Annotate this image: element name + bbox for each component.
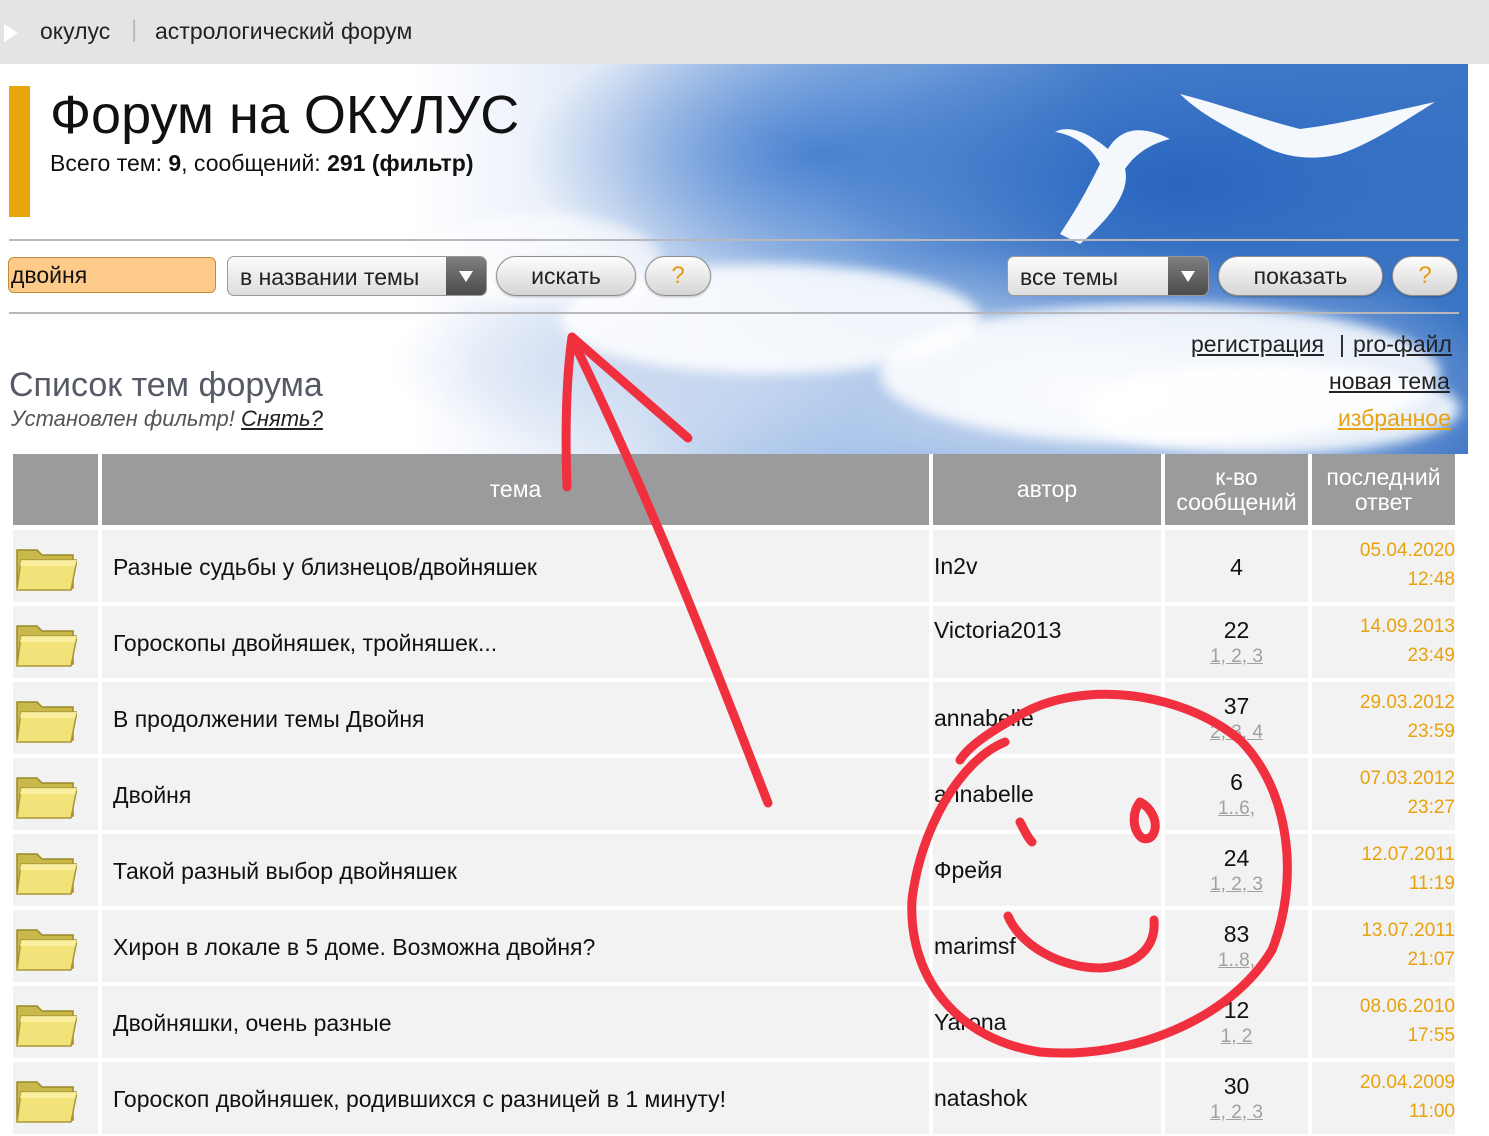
topics-filter-select[interactable]: все темы — [1007, 256, 1209, 296]
swan-image — [1180, 94, 1435, 158]
last-reply-date: 20.04.2009 — [1359, 1072, 1455, 1093]
page-links[interactable]: 1, 2, 3 — [1165, 1102, 1308, 1124]
last-reply-date: 07.03.2012 — [1359, 768, 1455, 789]
topic-link[interactable]: Гороскоп двойняшек, родившихся с разнице… — [113, 1086, 726, 1113]
author-name[interactable]: Yarona — [934, 1010, 1064, 1035]
show-help-button[interactable]: ? — [1392, 256, 1458, 296]
last-reply-time: 23:27 — [1407, 797, 1455, 818]
profile-link[interactable]: pro-файл — [1353, 331, 1452, 358]
page-links[interactable]: 2, 3, 4 — [1165, 722, 1308, 744]
folder-icon — [15, 996, 78, 1048]
folder-icon — [15, 768, 78, 820]
topic-link[interactable]: Хирон в локале в 5 доме. Возможна двойня… — [113, 934, 595, 961]
search-scope-select[interactable]: в названии темы — [227, 256, 487, 296]
favorites-link[interactable]: избранное — [1338, 405, 1451, 432]
page-links[interactable]: 1, 2 — [1165, 1026, 1308, 1048]
last-reply-time: 11:00 — [1408, 1101, 1455, 1122]
topic-link[interactable]: Гороскопы двойняшек, тройняшек... — [113, 630, 497, 657]
page-links[interactable]: 1, 2, 3 — [1165, 646, 1308, 668]
last-reply-date: 29.03.2012 — [1359, 692, 1455, 713]
topic-count: 9 — [168, 150, 182, 176]
topic-link[interactable]: Такой разный выбор двойняшек — [113, 858, 457, 885]
dropdown-button[interactable] — [446, 257, 486, 295]
search-help-button[interactable]: ? — [645, 256, 711, 296]
last-reply-date: 05.04.2020 — [1359, 540, 1455, 561]
last-reply-time: 17:55 — [1407, 1025, 1455, 1046]
author-name[interactable]: annabelle — [934, 782, 1064, 807]
page-links[interactable]: 1..6, — [1165, 798, 1308, 820]
folder-icon — [15, 616, 78, 668]
page-links[interactable]: 1, 2, 3 — [1165, 874, 1308, 896]
message-count: 291 — [327, 150, 366, 176]
message-count: 22 — [1223, 617, 1250, 643]
folder-icon — [15, 844, 78, 896]
clear-filter-link[interactable]: Снять? — [241, 406, 323, 431]
last-reply-time: 21:07 — [1407, 949, 1455, 970]
last-reply-date: 08.06.2010 — [1359, 996, 1455, 1017]
divider — [9, 239, 1459, 241]
message-count: 4 — [1230, 554, 1243, 580]
last-reply-time: 11:19 — [1408, 873, 1455, 894]
divider — [9, 312, 1459, 314]
folder-icon — [15, 692, 78, 744]
topic-link[interactable]: Двойня — [113, 782, 191, 809]
chevron-down-icon — [1181, 271, 1195, 282]
message-count: 6 — [1230, 769, 1243, 795]
topic-list-title: Список тем форума — [9, 366, 323, 404]
author-name[interactable]: In2v — [934, 554, 1064, 579]
accent-bar — [9, 86, 30, 217]
breadcrumb-site-link[interactable]: окулус — [40, 18, 110, 45]
last-reply-date: 14.09.2013 — [1359, 616, 1455, 637]
header-count: к-во сообщений — [1165, 454, 1308, 525]
author-name[interactable]: Victoria2013 — [934, 618, 1064, 643]
search-button[interactable]: искать — [496, 256, 636, 296]
show-button[interactable]: показать — [1218, 256, 1383, 296]
topic-link[interactable]: Двойняшки, очень разные — [113, 1010, 392, 1037]
folder-icon — [15, 540, 78, 592]
table-row — [102, 758, 929, 830]
breadcrumb-bar: окулус | астрологический форум — [0, 0, 1489, 64]
last-reply-time: 23:59 — [1407, 721, 1455, 742]
chevron-down-icon — [459, 271, 473, 282]
author-name[interactable]: Фрейя — [934, 858, 1064, 883]
last-reply-time: 12:48 — [1407, 569, 1455, 590]
filter-label: (фильтр) — [371, 150, 474, 176]
folder-icon — [15, 920, 78, 972]
forum-stats: Всего тем: 9, сообщений: 291 (фильтр) — [50, 150, 474, 176]
play-arrow-icon — [4, 24, 18, 42]
folder-icon — [15, 1072, 78, 1124]
last-reply-date: 13.07.2011 — [1361, 920, 1455, 941]
last-reply-time: 23:49 — [1407, 645, 1455, 666]
last-reply-date: 12.07.2011 — [1361, 844, 1455, 865]
message-count: 24 — [1223, 845, 1250, 871]
filter-note: Установлен фильтр! Снять? — [11, 406, 323, 431]
page-title: Форум на ОКУЛУС — [50, 85, 520, 145]
message-count: 83 — [1223, 921, 1250, 947]
link-separator: | — [1339, 331, 1345, 357]
page-links[interactable]: 1..8, — [1165, 950, 1308, 972]
header-icon-column — [13, 454, 98, 525]
author-name[interactable]: annabelle — [934, 706, 1064, 731]
dropdown-button[interactable] — [1168, 257, 1208, 295]
author-name[interactable]: marimsf — [934, 934, 1064, 959]
breadcrumb-section-link[interactable]: астрологический форум — [155, 18, 412, 45]
header-topic: тема — [102, 454, 929, 525]
register-link[interactable]: регистрация — [1191, 331, 1324, 358]
search-input[interactable] — [8, 257, 216, 293]
author-name[interactable]: natashok — [934, 1086, 1064, 1111]
message-count: 37 — [1223, 693, 1250, 719]
header-last-reply: последний ответ — [1312, 454, 1455, 525]
message-count: 12 — [1223, 997, 1250, 1023]
topic-link[interactable]: Разные судьбы у близнецов/двойняшек — [113, 554, 537, 581]
new-topic-link[interactable]: новая тема — [1329, 368, 1450, 395]
message-count: 30 — [1223, 1073, 1250, 1099]
breadcrumb-separator: | — [131, 16, 138, 43]
topic-link[interactable]: В продолжении темы Двойня — [113, 706, 425, 733]
header-author: автор — [933, 454, 1161, 525]
